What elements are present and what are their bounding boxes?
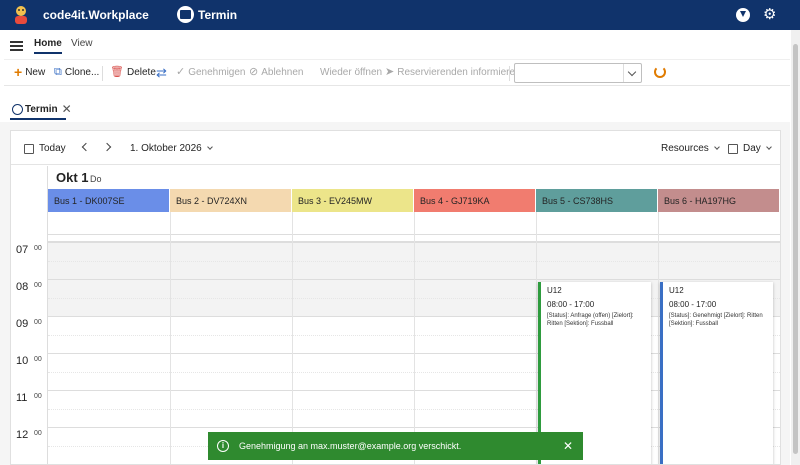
check-circle-icon: ✓ — [176, 66, 186, 78]
chevron-down-icon — [206, 144, 213, 150]
approve-button[interactable]: ✓ Genehmigen — [176, 66, 245, 79]
reject-button[interactable]: ⊘ Ablehnen — [249, 66, 303, 79]
new-button[interactable]: + New — [14, 64, 45, 80]
toolbar: + New ⧉ Clone... 🗑 Delete ⇄ ✓ Genehmigen… — [4, 59, 790, 86]
event-time: 08:00 - 17:00 — [547, 300, 595, 309]
date-picker[interactable]: 1. Oktober 2026 — [130, 143, 213, 154]
delete-button[interactable]: 🗑 Delete — [110, 66, 156, 79]
sync-icon: ⇄ — [156, 65, 167, 80]
minute-label: 00 — [34, 356, 42, 363]
reopen-button[interactable]: Wieder öffnen — [320, 67, 382, 78]
active-tab-indicator — [10, 118, 66, 120]
notification-toast: i Genehmigung an max.muster@example.org … — [208, 432, 583, 460]
view-dropdown[interactable]: Day — [728, 143, 772, 154]
event-time: 08:00 - 17:00 — [669, 300, 717, 309]
event-title: U12 — [547, 286, 562, 295]
resource-header[interactable]: Bus 5 - CS738HS — [536, 189, 658, 212]
column-divider — [536, 212, 537, 464]
event-description: [Status]: Genehmigt [Zielort]: Ritten [S… — [669, 313, 763, 327]
trash-icon: 🗑 — [110, 66, 124, 78]
download-icon[interactable] — [736, 8, 750, 22]
chevron-left-icon[interactable] — [81, 142, 91, 152]
column-divider — [658, 212, 659, 464]
toolbar-select[interactable] — [514, 63, 642, 83]
minute-label: 00 — [34, 393, 42, 400]
resource-header[interactable]: Bus 3 - EV245MW — [292, 189, 414, 212]
chevron-right-icon[interactable] — [102, 142, 112, 152]
hour-label: 09 — [16, 318, 29, 330]
calendar-icon — [24, 143, 34, 154]
close-icon[interactable]: ✕ — [62, 102, 72, 116]
resource-header[interactable]: Bus 6 - HA197HG — [658, 189, 780, 212]
day-of-week: Do — [90, 174, 102, 184]
event-title: U12 — [669, 286, 684, 295]
separator — [509, 66, 510, 81]
scrollbar-thumb[interactable] — [793, 44, 798, 454]
hour-label: 07 — [16, 244, 29, 256]
resource-header[interactable]: Bus 4 - GJ719KA — [414, 189, 536, 212]
block-icon: ⊘ — [249, 66, 259, 78]
scheduler-toolbar: Today 1. Oktober 2026 Resources Day — [11, 131, 780, 165]
hamburger-menu-icon[interactable] — [10, 41, 23, 51]
separator — [102, 66, 103, 81]
inform-button[interactable]: ➤ Reservierenden informieren — [385, 66, 521, 79]
plus-icon: + — [14, 64, 23, 80]
resource-header[interactable]: Bus 2 - DV724XN — [170, 189, 292, 212]
module-icon — [177, 6, 194, 23]
info-icon: i — [217, 440, 229, 452]
hour-label: 12 — [16, 429, 29, 441]
ribbon-tabs: Home View — [0, 32, 790, 58]
copy-icon: ⧉ — [54, 66, 62, 78]
date-header: Okt 1 Do — [48, 166, 780, 188]
app-title: code4it.Workplace — [43, 8, 149, 22]
minute-label: 00 — [34, 319, 42, 326]
scheduler: Today 1. Oktober 2026 Resources Day Okt … — [10, 130, 781, 465]
appointment-event[interactable]: U12 08:00 - 17:00 [Status]: Genehmigt [Zie… — [660, 282, 773, 464]
tab-view[interactable]: View — [71, 38, 93, 49]
resources-dropdown[interactable]: Resources — [661, 143, 720, 154]
time-gutter — [11, 166, 48, 464]
calendar-icon — [728, 143, 738, 154]
minute-label: 00 — [34, 282, 42, 289]
document-tab[interactable]: Termin ✕ — [12, 102, 72, 116]
toast-message: Genehmigung an max.muster@example.org ve… — [239, 441, 462, 451]
tab-home[interactable]: Home — [34, 38, 62, 54]
resource-header[interactable]: Bus 1 - DK007SE — [48, 189, 170, 212]
column-divider — [292, 212, 293, 464]
chevron-down-icon — [713, 144, 720, 150]
date-label: Okt 1 — [56, 170, 89, 185]
minute-label: 00 — [34, 245, 42, 252]
chevron-down-icon[interactable] — [623, 64, 641, 82]
close-icon[interactable]: ✕ — [563, 439, 573, 453]
minute-label: 00 — [34, 430, 42, 437]
clone-button[interactable]: ⧉ Clone... — [54, 66, 99, 79]
column-divider — [170, 212, 171, 464]
gear-icon[interactable]: ⚙ — [763, 7, 776, 22]
chevron-down-icon — [765, 144, 772, 150]
hour-label: 08 — [16, 281, 29, 293]
calendar-tab-icon — [12, 103, 23, 115]
app-logo-icon[interactable] — [10, 4, 32, 26]
event-description: [Status]: Anfrage (offen) [Zielort]: Rit… — [547, 313, 634, 327]
column-divider — [414, 212, 415, 464]
page-scrollbar[interactable] — [791, 30, 800, 465]
sync-button[interactable]: ⇄ — [156, 65, 170, 80]
app-header: code4it.Workplace Termin ⚙ — [0, 0, 800, 30]
hour-label: 10 — [16, 355, 29, 367]
send-icon: ➤ — [385, 66, 395, 78]
module-title: Termin — [198, 8, 238, 22]
today-button[interactable]: Today — [24, 143, 66, 154]
hour-label: 11 — [16, 392, 28, 404]
refresh-icon[interactable] — [654, 66, 666, 78]
